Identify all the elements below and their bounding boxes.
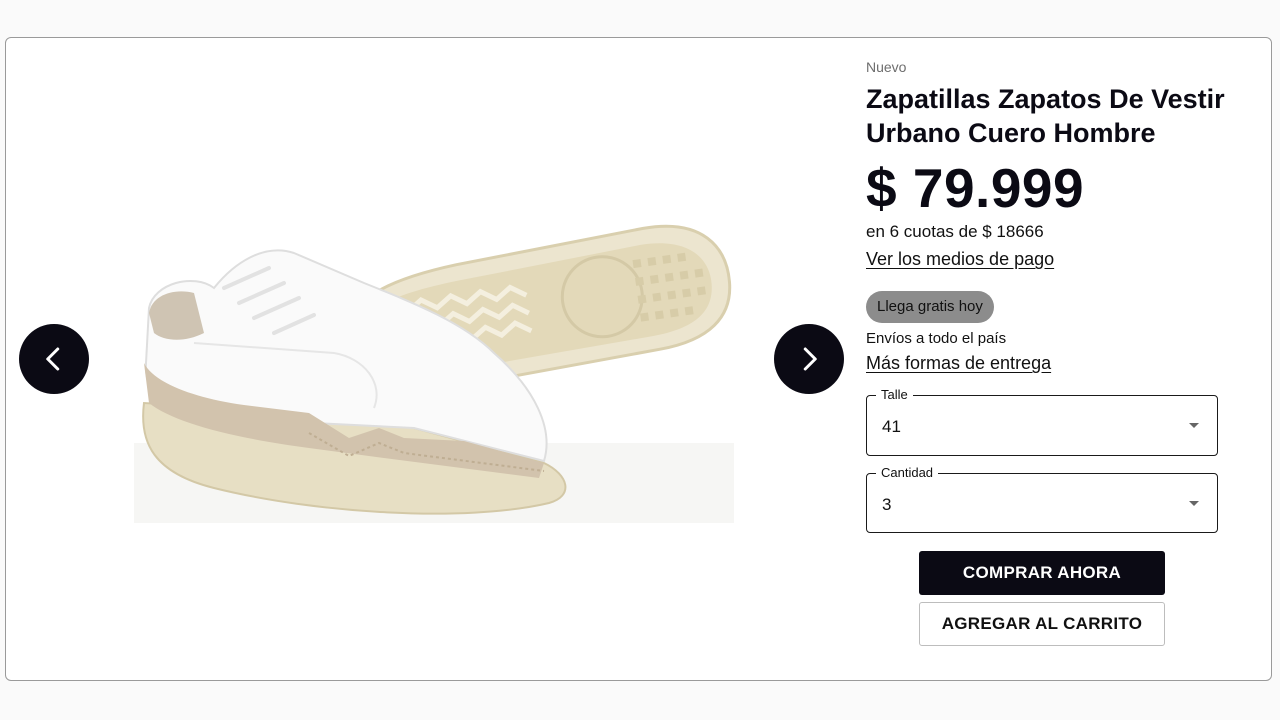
size-value: 41 (882, 417, 901, 436)
product-title: Zapatillas Zapatos De Vestir Urbano Cuer… (866, 84, 1225, 148)
size-select[interactable]: Talle 41 (866, 387, 1218, 456)
chevron-left-icon (46, 347, 60, 371)
product-image (134, 224, 734, 523)
quantity-value: 3 (882, 495, 892, 514)
buy-now-button[interactable]: COMPRAR AHORA (919, 551, 1165, 595)
chevron-right-icon (803, 347, 817, 371)
payment-methods-link[interactable]: Ver los medios de pago (866, 249, 1054, 270)
product-price: $ 79.999 (866, 157, 1085, 219)
quantity-label: Cantidad (876, 465, 939, 481)
product-card: Nuevo Zapatillas Zapatos De Vestir Urban… (5, 37, 1272, 681)
gallery-prev-button[interactable] (19, 324, 89, 394)
shipping-text: Envíos a todo el país (866, 330, 1007, 347)
quantity-select[interactable]: Cantidad 3 (866, 465, 1218, 533)
condition-label: Nuevo (866, 59, 907, 75)
free-shipping-badge: Llega gratis hoy (866, 291, 994, 323)
delivery-options-link[interactable]: Más formas de entrega (866, 353, 1051, 374)
caret-down-icon (1189, 423, 1199, 428)
size-label: Talle (876, 387, 913, 403)
gallery-next-button[interactable] (774, 324, 844, 394)
caret-down-icon (1189, 501, 1199, 506)
add-to-cart-button[interactable]: AGREGAR AL CARRITO (919, 602, 1165, 646)
image-gallery (6, 38, 856, 682)
installments-text: en 6 cuotas de $ 18666 (866, 222, 1044, 241)
